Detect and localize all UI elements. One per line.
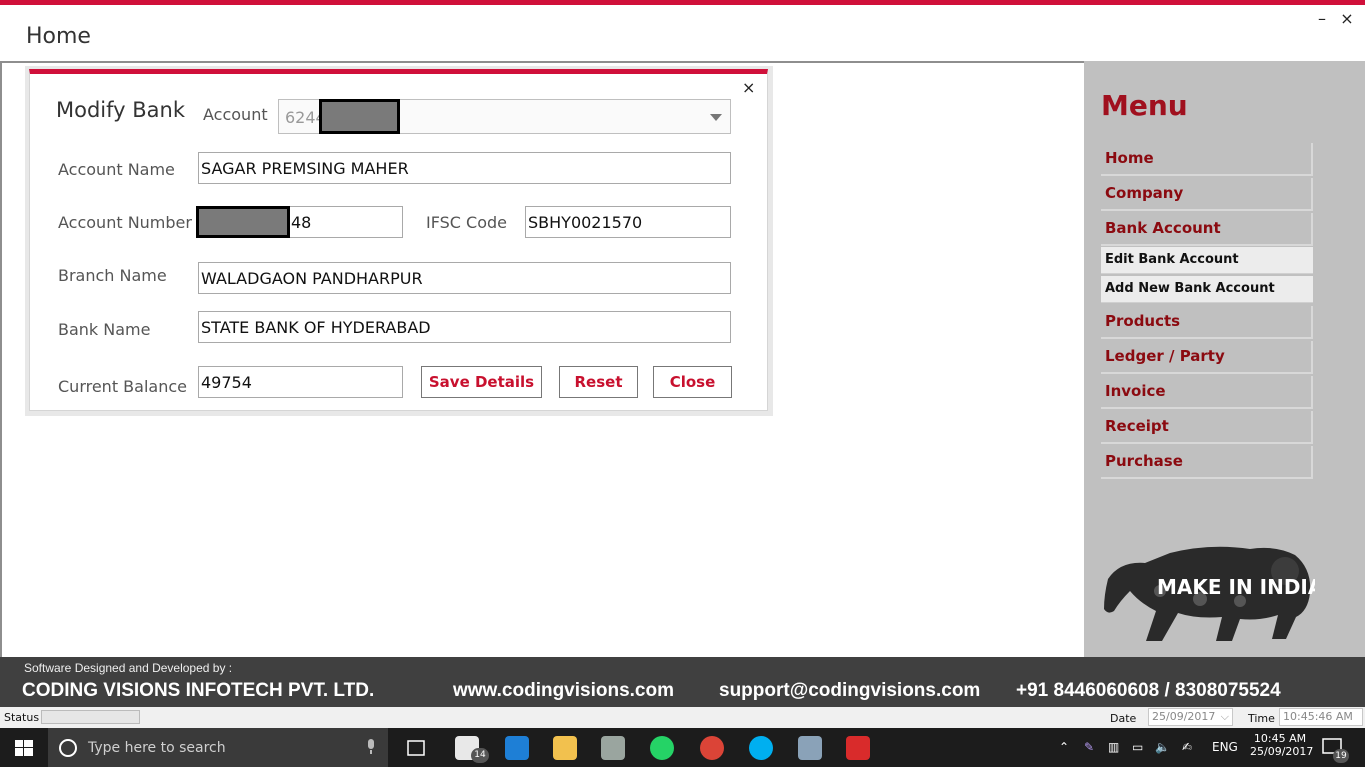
chevron-down-icon[interactable]: ⌵ — [1221, 710, 1229, 724]
date-picker[interactable]: 25/09/2017 ⌵ — [1148, 708, 1233, 726]
account-name-label: Account Name — [58, 160, 175, 179]
calculator-icon[interactable] — [601, 736, 625, 760]
title-bar: Home – × — [0, 5, 1365, 61]
modify-bank-dialog: × Modify Bank Account 6244 Account Name … — [29, 69, 768, 411]
dialog-close-icon[interactable]: × — [742, 78, 755, 97]
clock-time: 10:45 AM — [1253, 732, 1307, 745]
current-balance-label: Current Balance — [58, 377, 187, 396]
minimize-button[interactable]: – — [1312, 9, 1332, 28]
chevron-down-icon[interactable] — [710, 114, 722, 121]
whatsapp-icon[interactable] — [650, 736, 674, 760]
menu-item-home[interactable]: Home — [1101, 143, 1313, 176]
current-balance-field[interactable]: 49754 — [198, 366, 403, 398]
battery-icon[interactable]: ▭ — [1132, 740, 1143, 754]
footer-credit: Software Designed and Developed by : — [24, 661, 233, 675]
pen-icon[interactable]: ✎ — [1084, 740, 1094, 754]
menu-item-ledger-party[interactable]: Ledger / Party — [1101, 341, 1313, 374]
branch-name-label: Branch Name — [58, 266, 167, 285]
date-label: Date — [1110, 712, 1137, 725]
clock-date: 25/09/2017 — [1250, 745, 1314, 758]
branch-name-field[interactable]: WALADGAON PANDHARPUR — [198, 262, 731, 294]
footer-website: www.codingvisions.com — [453, 680, 674, 701]
app-window-icon[interactable] — [798, 736, 822, 760]
redaction-block — [196, 206, 290, 238]
submenu-item-add-new-bank-account[interactable]: Add New Bank Account — [1101, 276, 1313, 303]
sidebar-menu: Menu Home Company Bank Account Edit Bank… — [1084, 61, 1365, 657]
file-explorer-icon[interactable] — [553, 736, 577, 760]
menu-item-purchase[interactable]: Purchase — [1101, 446, 1313, 479]
footer-phone: +91 8446060608 / 8308075524 — [1016, 680, 1281, 701]
account-label: Account — [203, 105, 268, 124]
gst-app-icon[interactable] — [846, 736, 870, 760]
chevron-up-icon[interactable]: ⌃ — [1059, 740, 1069, 754]
status-bar: Status Date 25/09/2017 ⌵ Time 10:45:46 A… — [0, 707, 1365, 728]
close-button[interactable]: Close — [653, 366, 732, 398]
taskbar-clock[interactable]: 10:45 AM 25/09/2017 — [1250, 732, 1314, 758]
network-icon[interactable]: ▥ — [1108, 740, 1119, 754]
footer-email: support@codingvisions.com — [719, 680, 981, 701]
bank-name-field[interactable]: STATE BANK OF HYDERABAD — [198, 311, 731, 343]
make-in-india-lion-logo: MAKE IN INDIA — [1104, 546, 1315, 641]
dialog-title: Modify Bank — [56, 98, 186, 122]
status-label: Status — [4, 711, 40, 724]
logo-text: MAKE IN INDIA — [1157, 575, 1315, 599]
pen-workspace-icon[interactable]: ✍ — [1182, 740, 1192, 754]
ifsc-label: IFSC Code — [426, 213, 508, 232]
submenu-item-edit-bank-account[interactable]: Edit Bank Account — [1101, 247, 1313, 274]
taskbar-search-box[interactable]: Type here to search — [48, 728, 388, 767]
reset-button[interactable]: Reset — [559, 366, 638, 398]
volume-icon[interactable]: 🔈 — [1155, 740, 1170, 754]
window-title: Home — [26, 24, 91, 49]
redaction-block — [319, 99, 400, 134]
menu-item-company[interactable]: Company — [1101, 178, 1313, 211]
mail-badge: 14 — [471, 748, 489, 763]
time-field[interactable]: 10:45:46 AM — [1279, 708, 1363, 726]
account-number-label: Account Number — [58, 213, 192, 232]
task-view-icon[interactable] — [405, 739, 427, 757]
windows-start-icon[interactable] — [15, 740, 33, 756]
bank-name-label: Bank Name — [58, 320, 151, 339]
edge-browser-icon[interactable] — [505, 736, 529, 760]
menu-item-receipt[interactable]: Receipt — [1101, 411, 1313, 444]
menu-item-products[interactable]: Products — [1101, 306, 1313, 339]
status-progress-bar — [41, 710, 140, 724]
language-indicator[interactable]: ENG — [1212, 740, 1238, 754]
time-label: Time — [1248, 712, 1275, 725]
chrome-icon[interactable] — [700, 736, 724, 760]
skype-icon[interactable] — [749, 736, 773, 760]
footer-banner: Software Designed and Developed by : COD… — [0, 657, 1365, 707]
microphone-icon[interactable] — [366, 739, 376, 755]
windows-taskbar: Type here to search 14 ⌃ ✎ ▥ ▭ 🔈 ✍ ENG 1… — [0, 728, 1365, 767]
menu-title: Menu — [1101, 89, 1188, 122]
save-details-button[interactable]: Save Details — [421, 366, 542, 398]
menu-item-invoice[interactable]: Invoice — [1101, 376, 1313, 409]
close-window-button[interactable]: × — [1337, 9, 1357, 28]
footer-company: CODING VISIONS INFOTECH PVT. LTD. — [22, 680, 375, 701]
notification-count-badge: 19 — [1333, 749, 1349, 763]
date-value: 25/09/2017 — [1152, 710, 1216, 723]
cortana-icon — [59, 739, 77, 757]
menu-item-bank-account[interactable]: Bank Account — [1101, 213, 1313, 246]
search-placeholder: Type here to search — [88, 740, 226, 756]
account-name-field[interactable]: SAGAR PREMSING MAHER — [198, 152, 731, 184]
ifsc-field[interactable]: SBHY0021570 — [525, 206, 731, 238]
